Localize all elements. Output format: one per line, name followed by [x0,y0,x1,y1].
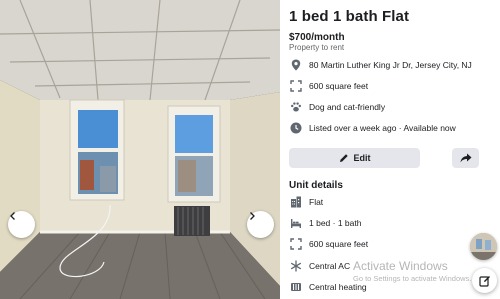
paw-icon [289,100,303,114]
unit-detail-label: Central heating [309,282,367,292]
unit-detail-label: Central AC [309,261,351,271]
listing-photo[interactable] [0,0,280,299]
area-text: 600 square feet [309,81,369,91]
unit-detail-item: 1 bed · 1 bath [289,216,361,230]
area-row: 600 square feet [289,79,368,93]
listing-details: 1 bed 1 bath Flat $700/month Property to… [280,0,500,299]
chat-head-avatar[interactable] [470,233,497,260]
unit-details-heading: Unit details [289,180,343,191]
share-button[interactable] [452,148,479,168]
share-arrow-icon [460,153,471,163]
listing-title: 1 bed 1 bath Flat [289,8,410,25]
area-icon [289,237,303,251]
heating-icon [289,280,303,294]
edit-button-label: Edit [353,153,371,163]
new-message-button[interactable] [472,268,497,293]
address-text: 80 Martin Luther King Jr Dr, Jersey City… [309,60,472,70]
listed-text: Listed over a week ago · Available now [309,123,456,133]
listing-type: Property to rent [289,43,345,52]
previous-photo-button[interactable] [8,211,35,238]
pets-row: Dog and cat-friendly [289,100,385,114]
chevron-right-icon [250,212,255,220]
unit-detail-item: Central AC [289,259,350,273]
listing-price: $700/month [289,32,345,43]
pets-text: Dog and cat-friendly [309,102,386,112]
bed-icon [289,216,303,230]
location-pin-icon [289,58,303,72]
unit-detail-item: Flat [289,195,323,209]
compose-icon [478,275,490,287]
clock-icon [289,121,303,135]
unit-detail-label: Flat [309,197,324,207]
next-photo-button[interactable] [247,211,274,238]
chevron-left-icon [10,212,15,220]
edit-button[interactable]: Edit [289,148,420,168]
room-thumbnail-icon [470,233,497,260]
room-photo-image [0,0,280,299]
unit-detail-label: 1 bed · 1 bath [309,218,362,228]
pencil-icon [339,154,348,162]
snowflake-icon [289,259,303,273]
address-row[interactable]: 80 Martin Luther King Jr Dr, Jersey City… [289,58,472,72]
unit-detail-item: 600 square feet [289,237,368,251]
unit-detail-label: 600 square feet [309,239,369,249]
area-icon [289,79,303,93]
building-icon [289,195,303,209]
activate-windows-subtitle: Go to Settings to activate Windows. [353,274,472,283]
activate-windows-title: Activate Windows [353,259,448,273]
listed-row: Listed over a week ago · Available now [289,121,456,135]
